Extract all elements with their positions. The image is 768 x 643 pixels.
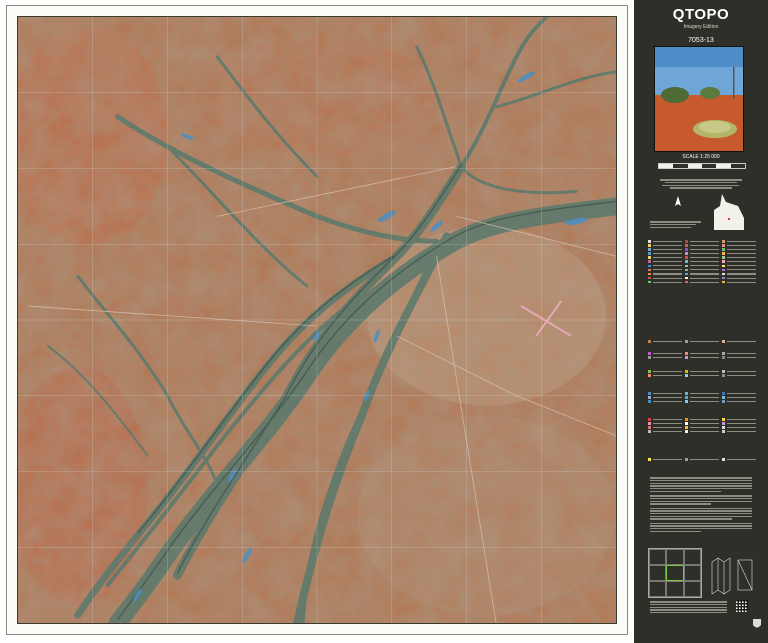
legend-infrastructure [648, 458, 756, 461]
north-arrow-icon [675, 196, 681, 206]
legend-land-use [648, 370, 756, 377]
map-frame [6, 5, 628, 635]
sheet-number: 7053-13 [688, 37, 714, 44]
legend-boundaries [648, 352, 756, 359]
scale-bar [658, 163, 746, 169]
crest-icon [753, 619, 761, 628]
sheet-index[interactable] [648, 548, 702, 598]
fold-diagram [711, 557, 753, 595]
scale-label: SCALE 1:25 000 [682, 154, 720, 160]
brand-title: QTOPO [672, 6, 730, 23]
legend-relief [648, 340, 756, 343]
imagery-svg [18, 17, 616, 623]
brand-subtitle: Imagery Edition [683, 24, 719, 30]
projection-notes [650, 178, 752, 190]
legend-hydrography [648, 392, 756, 403]
notes-text [650, 476, 752, 533]
map-info-panel: QTOPO Imagery Edition 7053-13 SCALE 1:25… [634, 0, 768, 643]
datum-notes [650, 220, 752, 229]
legend-reference [648, 240, 756, 284]
satellite-map[interactable] [17, 16, 617, 624]
qr-code-icon [736, 600, 748, 612]
legend-transportation [648, 418, 756, 433]
cover-photo [654, 46, 744, 152]
